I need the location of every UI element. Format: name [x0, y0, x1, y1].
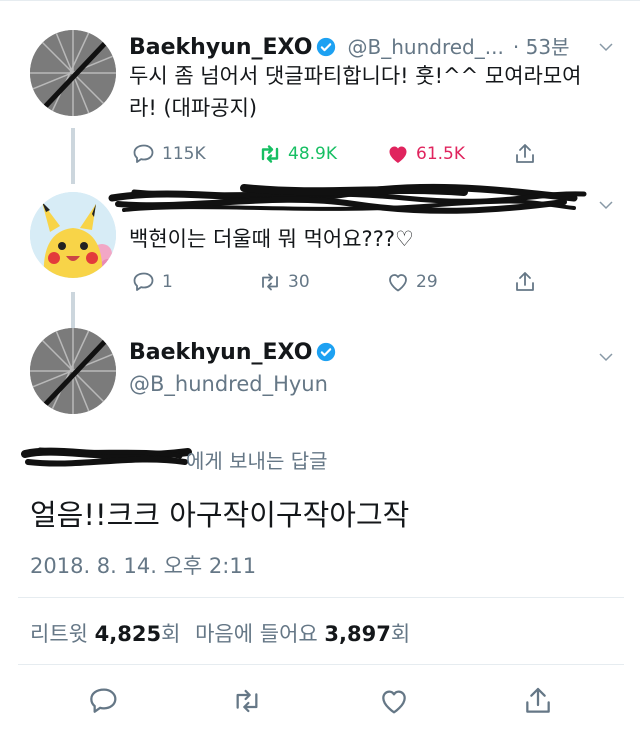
- thread-line: [71, 292, 75, 328]
- reply-count: 1: [162, 272, 173, 292]
- retweet-count: 30: [288, 272, 310, 292]
- likes-label: 마음에 들어요: [195, 622, 318, 646]
- like-button[interactable]: 29: [386, 270, 438, 294]
- retweets-stat[interactable]: 리트윗 4,825회: [30, 622, 180, 646]
- likes-unit: 회: [390, 622, 411, 646]
- chevron-down-icon[interactable]: [597, 196, 615, 214]
- verified-icon: [317, 37, 336, 57]
- divider: [18, 597, 624, 598]
- author-handle[interactable]: @B_hundred_Hyun: [129, 372, 328, 396]
- tweet-text-line: 두시 좀 넘어서 댓글파티합니다! 훗!^^ 모여라모여: [129, 64, 582, 88]
- likes-stat[interactable]: 마음에 들어요 3,897회: [195, 622, 410, 646]
- retweet-icon: [261, 145, 279, 163]
- share-icon[interactable]: [522, 685, 554, 717]
- tweet-timestamp: 2018. 8. 14. 오후 2:11: [30, 554, 257, 578]
- author-handle[interactable]: @B_hundred_...: [348, 35, 504, 59]
- share-icon[interactable]: [513, 270, 537, 294]
- retweet-icon[interactable]: [231, 685, 263, 717]
- author-name[interactable]: Baekhyun_EXO: [129, 340, 312, 365]
- share-icon[interactable]: [513, 142, 537, 166]
- redacted-scribble: [21, 447, 192, 467]
- reply-icon[interactable]: [88, 685, 120, 717]
- focused-tweet-text: 얼음!!크크 아구작이구작아그작: [30, 498, 410, 532]
- like-count: 29: [416, 272, 438, 292]
- divider: [18, 664, 624, 665]
- tweet-text: 두시 좀 넘어서 댓글파티합니다! 훗!^^ 모여라모여 라! (대파공지): [129, 60, 624, 124]
- verified-icon: [317, 342, 336, 362]
- reply-icon: [133, 272, 154, 291]
- avatar[interactable]: [30, 30, 116, 116]
- tweet-header: Baekhyun_EXO @B_hundred_... · 53분: [129, 31, 569, 60]
- reply-button[interactable]: 115K: [132, 142, 206, 166]
- avatar[interactable]: [30, 192, 116, 278]
- retweets-unit: 회: [161, 622, 181, 646]
- focused-author: Baekhyun_EXO: [129, 340, 336, 365]
- tweet-time: · 53분: [512, 35, 570, 59]
- retweet-button[interactable]: 48.9K: [258, 142, 337, 166]
- retweets-count: 4,825: [94, 622, 162, 646]
- chevron-down-icon[interactable]: [597, 38, 615, 56]
- tweet-text-line: 라! (대파공지): [129, 96, 258, 120]
- chevron-down-icon[interactable]: [597, 348, 615, 366]
- retweets-label: 리트윗: [30, 622, 88, 646]
- like-icon: [389, 146, 407, 163]
- retweet-count: 48.9K: [288, 144, 337, 164]
- reply-icon: [133, 144, 154, 163]
- avatar[interactable]: [30, 328, 116, 414]
- like-icon: [389, 274, 407, 292]
- like-count: 61.5K: [416, 144, 465, 164]
- redacted-scribble: [108, 183, 587, 214]
- engagement-stats: 리트윗 4,825회 마음에 들어요 3,897회: [30, 618, 410, 648]
- like-icon[interactable]: [378, 685, 410, 717]
- likes-count: 3,897: [324, 622, 391, 646]
- like-button[interactable]: 61.5K: [386, 142, 465, 166]
- author-name[interactable]: Baekhyun_EXO: [129, 35, 312, 60]
- thread-line: [71, 128, 75, 184]
- reply-to-label: 에게 보내는 답글: [186, 449, 328, 473]
- tweet-text: 백현이는 더울때 뭐 먹어요???♡: [129, 227, 414, 251]
- retweet-icon: [262, 273, 278, 291]
- reply-count: 115K: [162, 144, 206, 164]
- reply-button[interactable]: 1: [132, 270, 173, 294]
- retweet-button[interactable]: 30: [258, 270, 310, 294]
- top-divider: [0, 0, 640, 1]
